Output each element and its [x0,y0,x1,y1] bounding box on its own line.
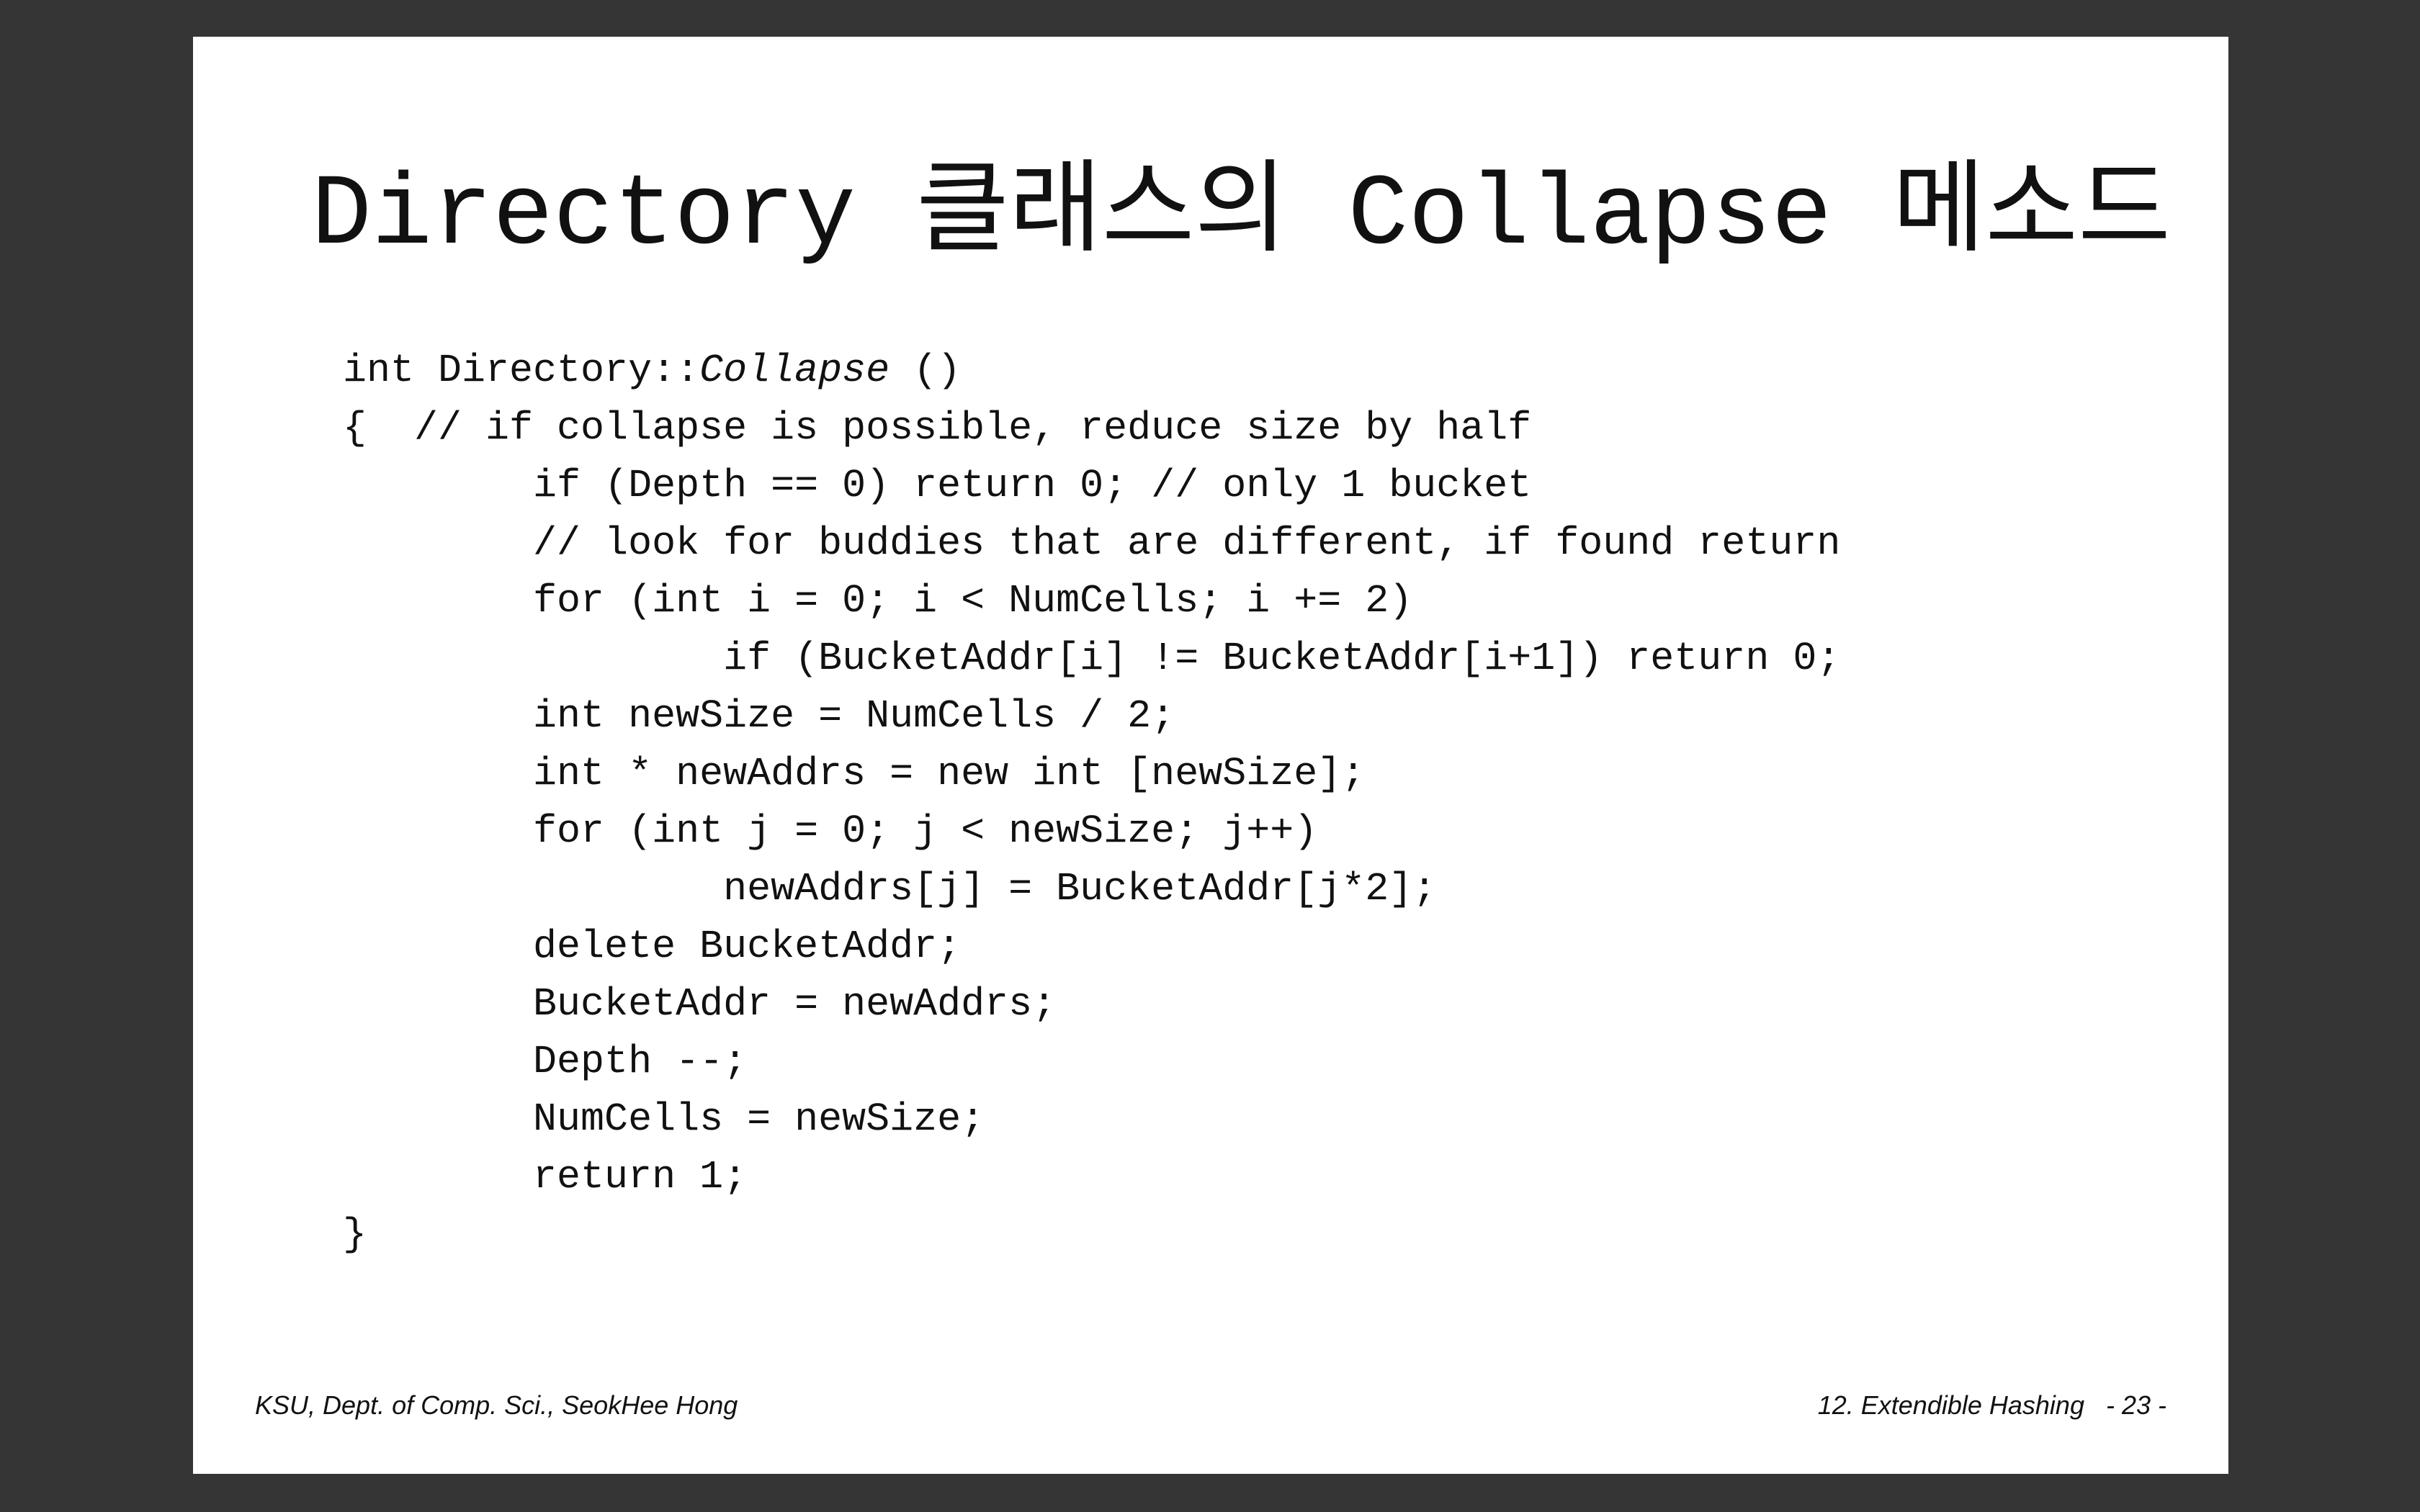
code-line: { // if collapse is possible, reduce siz… [343,405,1532,451]
footer-author: KSU, Dept. of Comp. Sci., SeokHee Hong [255,1390,738,1420]
method-name: Collapse [699,348,890,393]
code-line: for (int i = 0; i < NumCells; i += 2) [343,578,1413,624]
code-line: for (int j = 0; j < newSize; j++) [343,809,1318,854]
signature-prefix: int Directory:: [343,348,700,393]
code-line: delete BucketAddr; [343,924,962,969]
code-line: NumCells = newSize; [343,1097,985,1142]
code-line: if (BucketAddr[i] != BucketAddr[i+1]) re… [343,636,1841,681]
code-line: int newSize = NumCells / 2; [343,693,1175,739]
code-line: int * newAddrs = new int [newSize]; [343,751,1366,796]
code-block: int Directory::Collapse () { // if colla… [343,342,1840,1264]
slide: Directory 클래스의 Collapse 메소드 int Director… [193,37,2228,1474]
code-line: if (Depth == 0) return 0; // only 1 buck… [343,463,1532,508]
signature-suffix: () [889,348,962,393]
code-line: return 1; [343,1154,748,1200]
code-signature: int Directory::Collapse () [343,342,1840,400]
code-line: } [343,1212,367,1257]
code-line: // look for buddies that are different, … [343,521,1841,566]
code-line: newAddrs[j] = BucketAddr[j*2]; [343,866,1437,912]
code-line: BucketAddr = newAddrs; [343,981,1057,1027]
code-line: Depth --; [343,1039,748,1084]
footer-page-info: 12. Extendible Hashing - 23 - [1817,1390,2166,1420]
slide-title: Directory 클래스의 Collapse 메소드 [311,159,2171,274]
